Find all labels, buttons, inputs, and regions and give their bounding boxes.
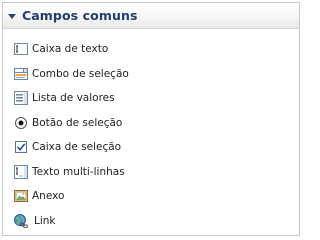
field-item-radio-button[interactable]: Botão de seleção (3, 111, 299, 136)
attachment-icon (13, 188, 29, 204)
panel-title: Campos comuns (22, 8, 138, 23)
field-item-attachment[interactable]: Anexo (3, 184, 299, 209)
common-fields-panel: Campos comuns Caixa de texto Combo de se… (2, 2, 300, 236)
field-item-label: Lista de valores (32, 92, 115, 105)
field-item-text-box[interactable]: Caixa de texto (3, 37, 299, 62)
field-list: Caixa de texto Combo de seleção Lista de… (3, 29, 299, 233)
text-box-icon (13, 41, 29, 57)
list-icon (13, 90, 29, 106)
field-item-label: Link (34, 214, 56, 227)
field-item-label: Combo de seleção (32, 67, 129, 80)
field-item-combo-box[interactable]: Combo de seleção (3, 62, 299, 87)
field-item-label: Texto multi-linhas (32, 165, 125, 178)
collapse-arrow-icon[interactable] (8, 13, 16, 19)
multiline-text-icon (13, 164, 29, 180)
field-item-value-list[interactable]: Lista de valores (3, 86, 299, 111)
field-item-label: Anexo (32, 190, 65, 203)
combo-box-icon (13, 66, 29, 82)
field-item-label: Caixa de seleção (32, 141, 122, 154)
link-icon (13, 213, 29, 229)
field-item-checkbox[interactable]: Caixa de seleção (3, 135, 299, 160)
field-item-multiline-text[interactable]: Texto multi-linhas (3, 160, 299, 185)
radio-button-icon (13, 115, 29, 131)
checkbox-icon (13, 139, 29, 155)
field-item-label: Caixa de texto (32, 43, 109, 56)
panel-header[interactable]: Campos comuns (3, 3, 299, 29)
field-item-link[interactable]: Link (3, 209, 299, 234)
field-item-label: Botão de seleção (32, 116, 123, 129)
